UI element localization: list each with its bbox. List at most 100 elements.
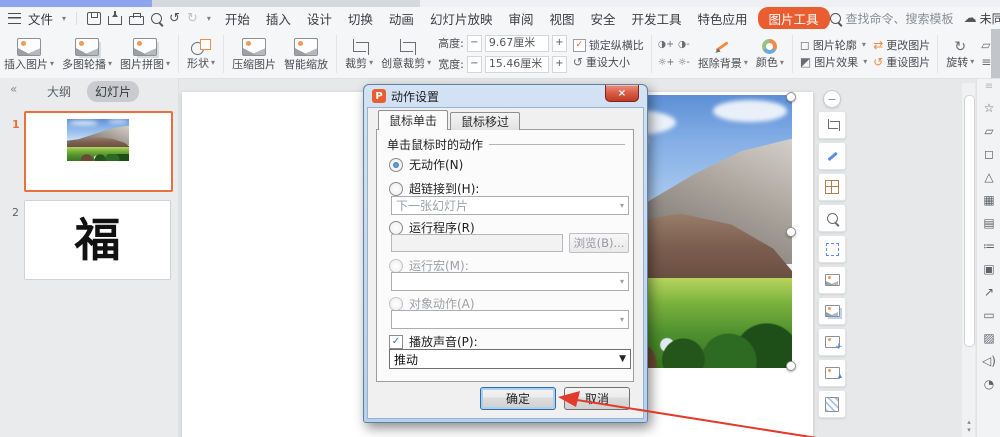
reset-picture-button[interactable]: ↺ 重设图片: [873, 56, 930, 68]
hamburger-icon[interactable]: [8, 12, 21, 24]
radio-hyperlink-to[interactable]: 超链接到(H):: [389, 180, 479, 197]
design-icon[interactable]: △: [984, 171, 993, 183]
tab-devtools[interactable]: 开发工具: [624, 7, 690, 29]
browse-button[interactable]: 浏览(B)...: [569, 233, 629, 253]
creative-crop-button[interactable]: 创意裁剪 ▾: [377, 32, 435, 76]
ribbon-scroll-edge[interactable]: [991, 29, 1000, 78]
tab-insert[interactable]: 插入: [258, 7, 299, 29]
multi-image-carousel-button[interactable]: 多图轮播 ▾: [58, 32, 116, 76]
tab-design[interactable]: 设计: [299, 7, 340, 29]
tab-slideshow[interactable]: 幻灯片放映: [422, 7, 501, 29]
crop-button[interactable]: 裁剪 ▾: [341, 32, 377, 76]
tab-animation[interactable]: 动画: [381, 7, 422, 29]
radio-no-action[interactable]: 无动作(N): [389, 156, 463, 173]
beautify-tool-button[interactable]: [818, 142, 846, 170]
cancel-button[interactable]: 取消: [564, 387, 630, 410]
tab-special-apps[interactable]: 特色应用: [690, 7, 756, 29]
zoom-tool-button[interactable]: [818, 204, 846, 232]
resize-handle-top-right[interactable]: [786, 92, 796, 102]
print-icon[interactable]: [129, 12, 145, 25]
shapes-icon[interactable]: ◻: [984, 148, 994, 160]
sound-icon[interactable]: ◁): [982, 355, 996, 367]
remove-background-button[interactable]: 抠除背景 ▾: [694, 32, 752, 76]
collapse-toolbar-button[interactable]: −: [823, 90, 841, 108]
canvas-vertical-scrollbar[interactable]: [962, 83, 975, 437]
crop-tool-button[interactable]: [818, 111, 846, 139]
shapes-button[interactable]: 形状 ▾: [183, 32, 219, 76]
picture-icon[interactable]: ▨: [983, 332, 994, 344]
contrast-up-button[interactable]: ☼+: [658, 55, 674, 71]
resize-handle-middle-right[interactable]: [786, 227, 796, 237]
height-field[interactable]: 9.67厘米: [484, 34, 549, 52]
properties-icon[interactable]: ≔: [983, 240, 995, 252]
layout-icon[interactable]: ▦: [983, 194, 994, 206]
rotate-button[interactable]: ↻ 旋转 ▾: [942, 32, 978, 76]
picture-effects-button[interactable]: ◩ 图片效果 ▾: [800, 56, 867, 68]
tab-mouse-click[interactable]: 鼠标单击: [378, 110, 449, 130]
dialog-titlebar[interactable]: P 动作设置 ×: [364, 85, 647, 107]
brightness-down-button[interactable]: ◑-: [676, 37, 692, 53]
insert-image-button[interactable]: 插入图片 ▾: [0, 32, 58, 76]
smart-zoom-button[interactable]: 智能缩放: [280, 32, 332, 76]
effects-icon[interactable]: ☆: [984, 102, 995, 114]
program-path-input[interactable]: [391, 234, 563, 252]
tab-outline[interactable]: 大纲: [39, 81, 79, 102]
slide-2-thumbnail[interactable]: 福: [24, 200, 171, 280]
tab-home[interactable]: 开始: [217, 7, 258, 29]
chart-icon[interactable]: ▤: [983, 217, 994, 229]
tab-view[interactable]: 视图: [541, 7, 582, 29]
lock-aspect-ratio-checkbox[interactable]: ✓ 锁定纵横比: [572, 39, 644, 52]
photo-collage-button[interactable]: 图片拼图 ▾: [116, 32, 174, 76]
tab-mouse-over[interactable]: 鼠标移过: [450, 112, 521, 130]
tab-transition[interactable]: 切换: [340, 7, 381, 29]
watermark-tool-button[interactable]: [818, 266, 846, 294]
color-button[interactable]: 颜色 ▾: [752, 32, 788, 76]
tab-review[interactable]: 审阅: [500, 7, 541, 29]
file-menu[interactable]: 文件: [28, 9, 53, 28]
print-preview-icon[interactable]: [151, 12, 163, 24]
scroll-down-icon[interactable]: ▾: [963, 426, 975, 434]
contrast-down-button[interactable]: ☼-: [676, 55, 692, 71]
slide-1-thumbnail[interactable]: [24, 111, 173, 192]
image-library-icon[interactable]: ▣: [983, 263, 994, 275]
textbox-icon[interactable]: ▭: [983, 309, 994, 321]
tab-slides-active[interactable]: 幻灯片: [87, 80, 140, 102]
width-plus-button[interactable]: +: [551, 55, 567, 73]
reset-size-button[interactable]: ↺ 重设大小: [573, 56, 644, 68]
picture-outline-button[interactable]: ◻ 图片轮廓 ▾: [800, 39, 867, 51]
effects-tool-button[interactable]: [818, 235, 846, 263]
export-icon[interactable]: ↗: [984, 286, 994, 298]
width-minus-button[interactable]: −: [466, 55, 482, 73]
redo-icon[interactable]: ↻: [187, 12, 198, 25]
scroll-up-icon[interactable]: ▴: [963, 418, 975, 426]
collapse-panel-icon[interactable]: «: [10, 82, 17, 96]
save-icon[interactable]: [87, 11, 102, 25]
mirror-tool-button[interactable]: [818, 390, 846, 418]
undo-icon[interactable]: ↺: [169, 12, 180, 25]
collage-tool-button[interactable]: [818, 173, 846, 201]
compress-image-button[interactable]: 压缩图片: [228, 32, 280, 76]
tab-security[interactable]: 安全: [582, 7, 623, 29]
file-chevron-icon[interactable]: ▾: [62, 14, 66, 23]
play-sound-checkbox[interactable]: ✓ 播放声音(P):: [389, 333, 478, 350]
height-minus-button[interactable]: −: [466, 34, 482, 52]
copy-image-button[interactable]: [818, 297, 846, 325]
scrollbar-arrows[interactable]: ▴ ▾: [963, 418, 975, 434]
resize-handle-bottom-right[interactable]: [786, 361, 796, 371]
more-commands-icon[interactable]: ▾: [207, 14, 211, 23]
media-icon[interactable]: ◔: [984, 378, 994, 390]
sound-select[interactable]: 推动 ▼: [389, 349, 631, 369]
tab-picture-tools-active[interactable]: 图片工具: [757, 7, 830, 29]
output-icon[interactable]: [108, 10, 123, 25]
ok-button[interactable]: 确定: [480, 387, 556, 410]
scrollbar-thumb[interactable]: [964, 95, 975, 347]
rail-handle-icon[interactable]: ≡: [985, 81, 993, 92]
active-doc-tab-edge[interactable]: [0, 0, 152, 7]
close-icon[interactable]: ×: [605, 85, 639, 102]
add-image-button[interactable]: [818, 328, 846, 356]
height-plus-button[interactable]: +: [551, 34, 567, 52]
replace-image-button[interactable]: [818, 359, 846, 387]
width-field[interactable]: 15.46厘米: [484, 55, 549, 73]
sync-status-button[interactable]: ☁ 未同步 ▾: [964, 10, 1000, 27]
change-picture-button[interactable]: ⇄ 更改图片: [873, 39, 930, 51]
